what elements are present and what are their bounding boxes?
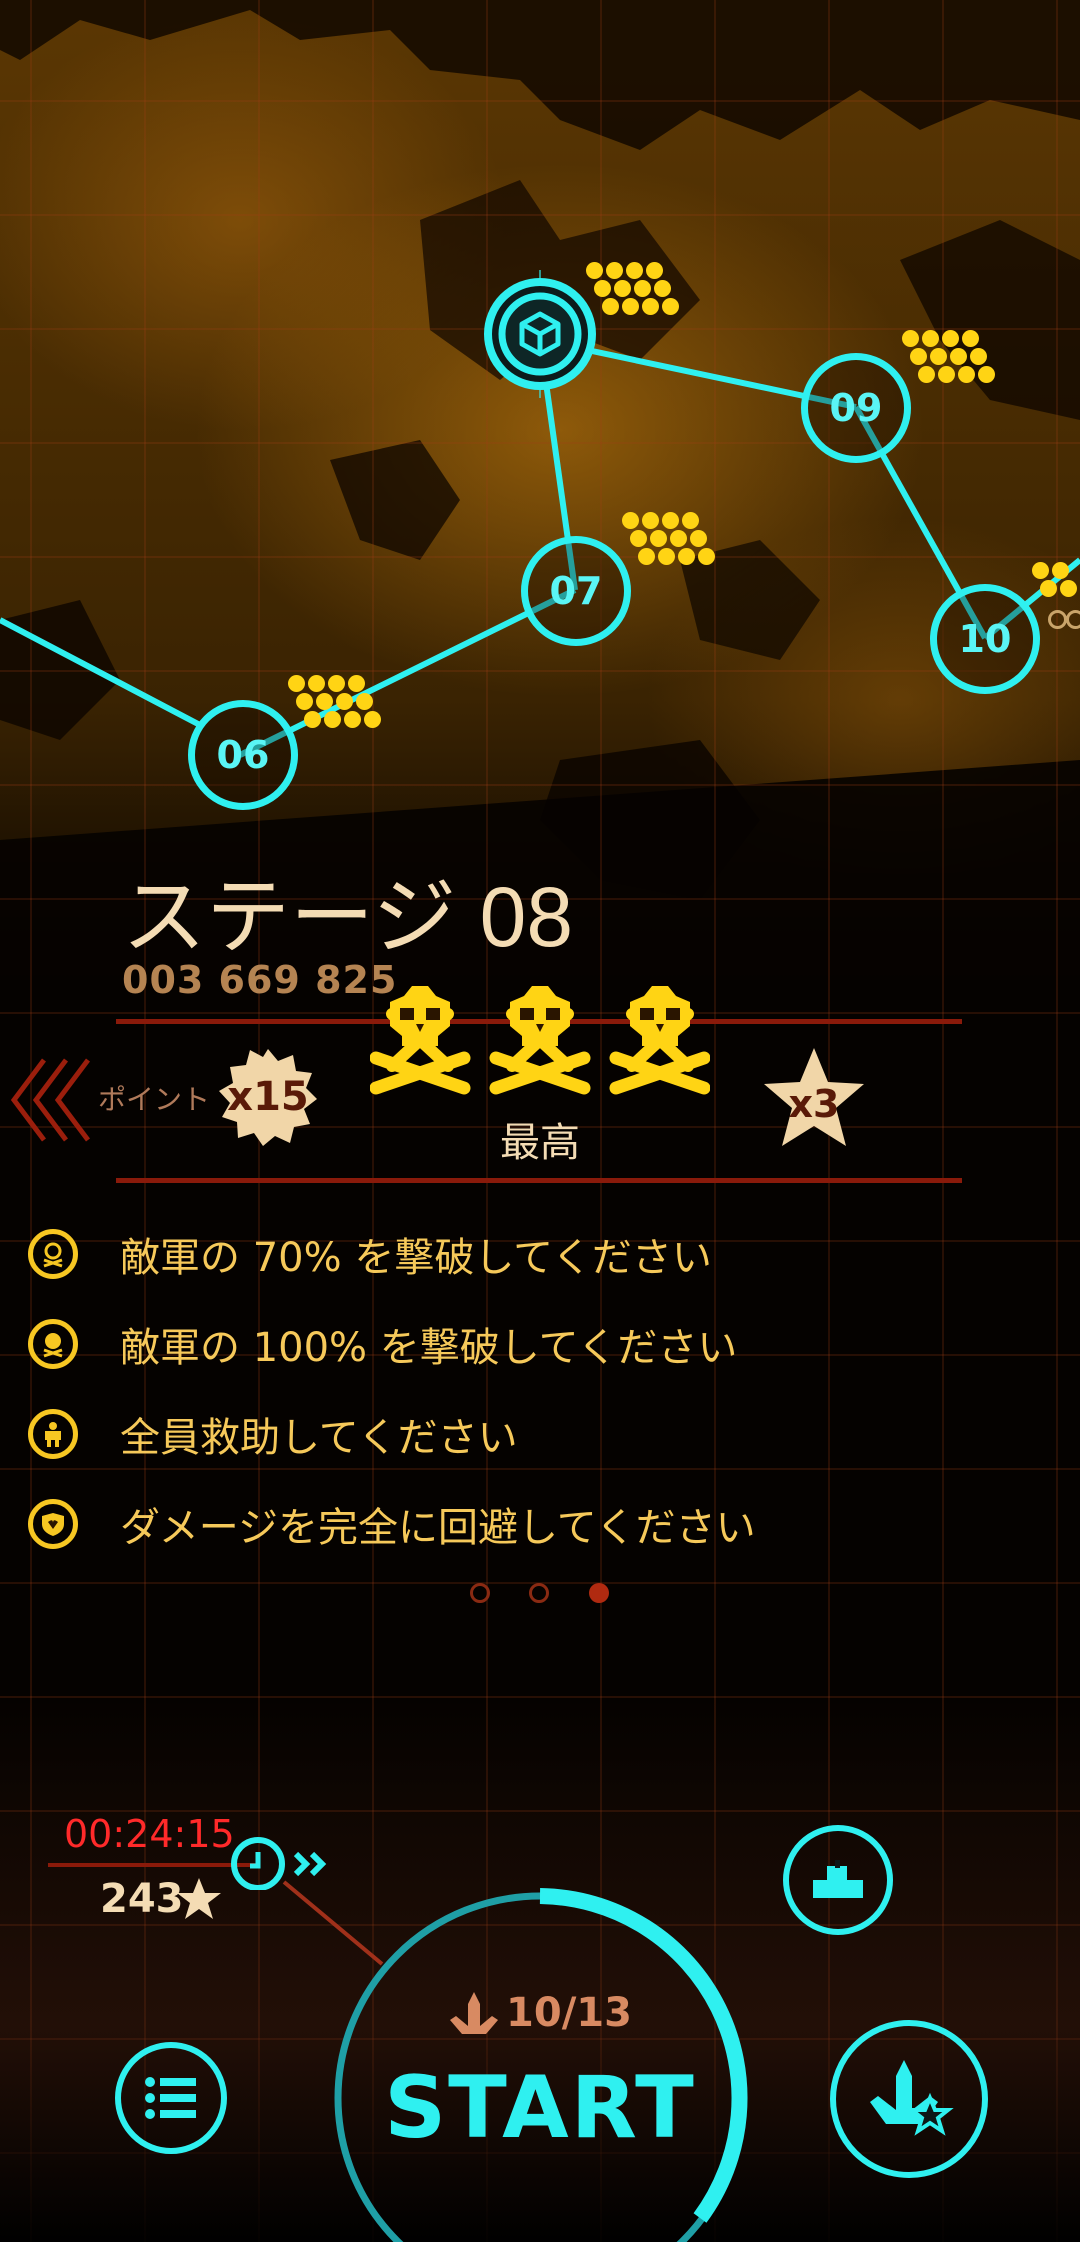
stage-title: ステージ 08 — [122, 870, 574, 964]
star-multiplier-badge: x3 — [758, 1044, 870, 1152]
points-multiplier-badge: x15 — [218, 1047, 318, 1147]
list-icon — [145, 2077, 196, 2119]
high-score: 003 669 825 — [122, 958, 398, 1002]
squad-count: 10/13 — [506, 1990, 632, 2036]
stage-node-10[interactable]: 10 — [930, 584, 1040, 694]
timer-underline — [48, 1863, 258, 1867]
game-screen: 06 07 09 10 ステージ 08 003 669 825 ポイント x15… — [0, 0, 1080, 2242]
menu-button[interactable] — [115, 2042, 227, 2154]
ship-star-icon — [870, 2060, 954, 2136]
difficulty-skulls — [370, 982, 710, 1102]
stage-10-stars — [1030, 562, 1080, 602]
path-05-06 — [0, 617, 202, 728]
stage-09-stars — [902, 330, 1012, 400]
stage-07-stars — [622, 512, 732, 582]
objective-2: 敵軍の 100% を撃破してください — [28, 1314, 737, 1374]
start-button[interactable]: 10/13 START — [350, 1910, 730, 2242]
objective-4: ダメージを完全に回避してください — [28, 1494, 756, 1554]
stage-06-stars — [288, 675, 398, 745]
timer-text: 00:24:15 — [64, 1812, 235, 1856]
skull-icon — [496, 986, 584, 1088]
page-dot-2[interactable] — [529, 1583, 549, 1603]
page-dot-1[interactable] — [470, 1583, 490, 1603]
start-label: START — [384, 2058, 696, 2158]
objective-text: 敵軍の 70% を撃破してください — [120, 1235, 712, 1281]
back-chevrons-icon[interactable] — [10, 1058, 96, 1142]
stage-node-06[interactable]: 06 — [188, 700, 298, 810]
page-dot-3-active[interactable] — [589, 1583, 609, 1603]
node-label: 07 — [549, 569, 603, 613]
stage-10-empty-stars — [1048, 610, 1080, 630]
difficulty-label: 最高 — [500, 1120, 580, 1166]
objective-text: 全員救助してください — [120, 1415, 518, 1461]
hangar-button[interactable] — [830, 2020, 988, 2178]
skull-icon — [376, 986, 464, 1088]
stage-node-08-current[interactable] — [476, 270, 604, 398]
star-multiplier-text: x3 — [788, 1082, 840, 1126]
cube-icon — [484, 270, 596, 398]
stars-count: 243 — [100, 1876, 184, 1922]
node-label: 09 — [829, 386, 883, 430]
points-multiplier-text: x15 — [227, 1074, 309, 1120]
star-icon — [177, 1878, 221, 1919]
skull-icon — [616, 986, 704, 1088]
objective-3: 全員救助してください — [28, 1404, 518, 1464]
node-label: 06 — [216, 733, 270, 777]
stage-08-stars — [586, 262, 696, 332]
rescue-person-icon — [28, 1409, 78, 1459]
podium-icon — [813, 1860, 863, 1898]
shield-heart-icon — [28, 1499, 78, 1549]
objective-text: 敵軍の 100% を撃破してください — [120, 1325, 738, 1371]
node-label: 10 — [958, 617, 1012, 661]
squad-icon — [450, 1992, 499, 2034]
map-connections — [0, 337, 1080, 758]
points-label: ポイント — [98, 1083, 211, 1116]
skull-full-icon — [28, 1319, 78, 1369]
skull-icon — [28, 1229, 78, 1279]
objective-text: ダメージを完全に回避してください — [120, 1505, 756, 1551]
leaderboard-button[interactable] — [783, 1825, 893, 1935]
divider-bottom — [116, 1178, 962, 1183]
objective-1: 敵軍の 70% を撃破してください — [28, 1224, 712, 1284]
stage-node-09[interactable]: 09 — [801, 353, 911, 463]
stage-node-07[interactable]: 07 — [521, 536, 631, 646]
